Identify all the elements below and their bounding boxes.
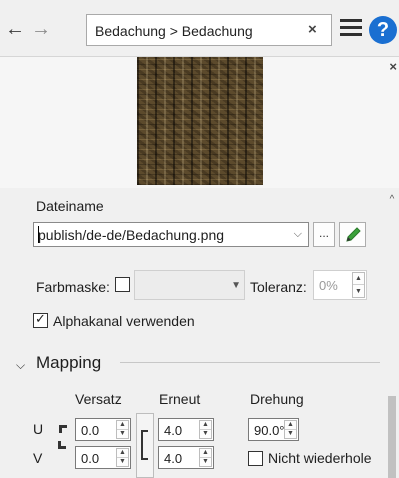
stepper-down-icon[interactable]: ▼ bbox=[285, 430, 296, 439]
dropdown-arrow-icon[interactable]: ▼ bbox=[231, 280, 241, 291]
rotation-value: 90.0° bbox=[254, 423, 285, 438]
tolerance-stepper[interactable]: ▲ ▼ bbox=[352, 272, 365, 298]
bottom-left-corner-icon bbox=[58, 441, 66, 449]
link-repeat-button[interactable] bbox=[136, 413, 154, 478]
stepper-up-icon[interactable]: ▲ bbox=[117, 449, 128, 458]
checkmark-icon: ✓ bbox=[35, 311, 46, 326]
color-mask-label: Farbmaske: bbox=[36, 279, 110, 295]
v-axis-label: V bbox=[33, 450, 43, 466]
offset-column-header: Versatz bbox=[75, 391, 122, 407]
repeat-u-value: 4.0 bbox=[164, 423, 183, 438]
filename-label: Dateiname bbox=[36, 198, 104, 214]
stepper-up-icon[interactable]: ▲ bbox=[200, 421, 211, 430]
stepper-up-icon[interactable]: ▲ bbox=[117, 421, 128, 430]
offset-u-stepper[interactable]: 0.0 ▲ ▼ bbox=[75, 418, 131, 441]
back-arrow-icon[interactable]: ← bbox=[2, 15, 28, 43]
rotation-column-header: Drehung bbox=[250, 391, 304, 407]
stepper-down-icon[interactable]: ▼ bbox=[200, 458, 211, 467]
stepper-up-icon[interactable]: ▲ bbox=[285, 421, 296, 430]
offset-v-value: 0.0 bbox=[81, 451, 100, 466]
repeat-column-header: Erneut bbox=[159, 391, 201, 407]
filename-dropdown[interactable]: publish/de-de/Bedachung.png ⌵ bbox=[33, 222, 309, 247]
offset-u-value: 0.0 bbox=[81, 423, 100, 438]
repeat-v-spinner[interactable]: ▲ ▼ bbox=[199, 448, 212, 467]
repeat-u-spinner[interactable]: ▲ ▼ bbox=[199, 420, 212, 439]
scroll-up-arrow-icon[interactable]: ^ bbox=[385, 194, 399, 206]
stepper-down-icon[interactable]: ▼ bbox=[353, 285, 364, 297]
close-icon[interactable]: × bbox=[389, 59, 397, 74]
help-icon[interactable]: ? bbox=[369, 16, 397, 44]
offset-v-stepper[interactable]: 0.0 ▲ ▼ bbox=[75, 446, 131, 469]
alpha-channel-checkbox[interactable]: ✓ bbox=[33, 311, 48, 328]
no-repeat-checkbox[interactable] bbox=[248, 451, 263, 466]
top-left-corner-icon bbox=[59, 425, 67, 433]
chevron-down-icon[interactable]: ⌵ bbox=[16, 358, 25, 373]
browse-button[interactable]: ... bbox=[313, 222, 335, 247]
color-mask-dropdown[interactable]: ▼ bbox=[134, 270, 245, 300]
breadcrumb: Bedachung > Bedachung bbox=[95, 23, 253, 39]
edit-texture-button[interactable] bbox=[339, 222, 366, 247]
pencil-icon bbox=[346, 227, 361, 242]
navigation-bar: ← → Bedachung > Bedachung × ? bbox=[0, 0, 399, 60]
stepper-down-icon[interactable]: ▼ bbox=[200, 430, 211, 439]
section-divider bbox=[120, 362, 380, 363]
clear-icon[interactable]: × bbox=[308, 21, 317, 38]
texture-preview-image bbox=[137, 57, 263, 185]
vertical-scrollbar[interactable]: ^ bbox=[385, 188, 399, 478]
repeat-v-stepper[interactable]: 4.0 ▲ ▼ bbox=[158, 446, 214, 469]
offset-v-spinner[interactable]: ▲ ▼ bbox=[116, 448, 129, 467]
tolerance-field[interactable]: 0% ▲ ▼ bbox=[313, 270, 367, 300]
tolerance-label: Toleranz: bbox=[250, 279, 307, 295]
u-axis-label: U bbox=[33, 421, 44, 437]
forward-arrow-icon[interactable]: → bbox=[28, 15, 54, 43]
stepper-up-icon[interactable]: ▲ bbox=[353, 273, 364, 285]
tolerance-value: 0% bbox=[319, 278, 338, 293]
stepper-down-icon[interactable]: ▼ bbox=[117, 458, 128, 467]
scrollbar-thumb[interactable] bbox=[388, 396, 396, 478]
color-mask-checkbox[interactable] bbox=[115, 277, 130, 292]
rotation-spinner[interactable]: ▲ ▼ bbox=[284, 420, 297, 439]
offset-u-spinner[interactable]: ▲ ▼ bbox=[116, 420, 129, 439]
filename-value: publish/de-de/Bedachung.png bbox=[38, 227, 225, 243]
hamburger-menu-icon[interactable] bbox=[340, 19, 362, 37]
texture-preview-area: × bbox=[0, 56, 399, 188]
stepper-up-icon[interactable]: ▲ bbox=[200, 449, 211, 458]
link-bracket-icon bbox=[141, 430, 148, 460]
mapping-section-title[interactable]: Mapping bbox=[36, 353, 101, 373]
repeat-v-value: 4.0 bbox=[164, 451, 183, 466]
chevron-down-icon[interactable]: ⌵ bbox=[294, 228, 302, 241]
stepper-down-icon[interactable]: ▼ bbox=[117, 430, 128, 439]
no-repeat-label: Nicht wiederhole bbox=[268, 450, 372, 466]
breadcrumb-field[interactable]: Bedachung > Bedachung × bbox=[86, 14, 332, 46]
rotation-stepper[interactable]: 90.0° ▲ ▼ bbox=[248, 418, 299, 441]
properties-panel: Dateiname publish/de-de/Bedachung.png ⌵ … bbox=[0, 188, 399, 478]
alpha-channel-label: Alphakanal verwenden bbox=[53, 313, 195, 329]
repeat-u-stepper[interactable]: 4.0 ▲ ▼ bbox=[158, 418, 214, 441]
